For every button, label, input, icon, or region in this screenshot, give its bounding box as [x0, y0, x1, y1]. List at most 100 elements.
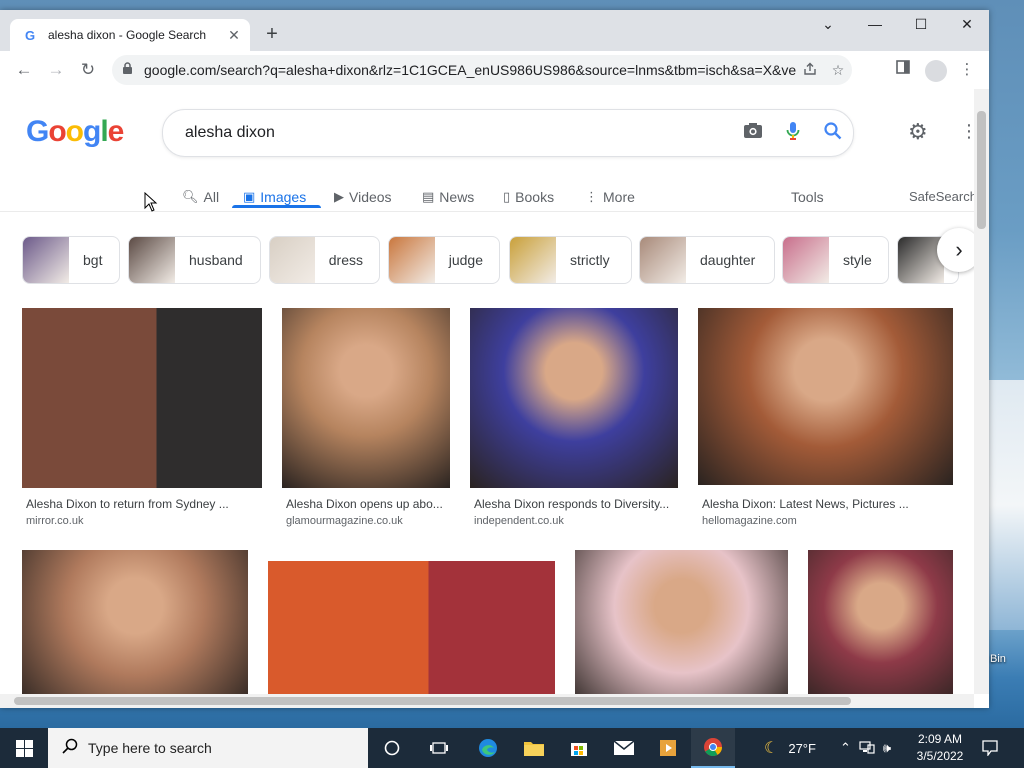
address-bar[interactable]: google.com/search?q=alesha+dixon&rlz=1C1…: [112, 55, 852, 85]
task-view-icon[interactable]: [417, 728, 461, 768]
image-result[interactable]: Alesha Dixon opens up abo... glamourmaga…: [282, 308, 450, 538]
scrollbar-thumb[interactable]: [977, 111, 986, 229]
result-title[interactable]: Alesha Dixon responds to Diversity...: [474, 497, 678, 511]
reload-icon[interactable]: ↻: [77, 59, 99, 81]
image-result[interactable]: Alesha Dixon responds to Diversity... in…: [470, 308, 678, 538]
tab-strip: G alesha dixon - Google Search ✕ + ⌄ — ☐…: [0, 10, 989, 51]
maximize-button[interactable]: ☐: [901, 14, 941, 34]
result-source[interactable]: hellomagazine.com: [702, 515, 797, 527]
google-apps-grid-icon[interactable]: ⋮⋮: [960, 121, 974, 142]
result-image[interactable]: [808, 550, 953, 694]
weather-widget[interactable]: ☾ 27°F: [764, 728, 816, 768]
result-source[interactable]: independent.co.uk: [474, 515, 564, 527]
edge-browser-icon[interactable]: [466, 728, 510, 768]
file-explorer-icon[interactable]: [512, 728, 556, 768]
search-input[interactable]: [183, 123, 733, 143]
tab-label: More: [603, 189, 635, 205]
chevron-up-icon[interactable]: ⌃: [840, 740, 851, 756]
media-player-icon[interactable]: [646, 728, 690, 768]
result-title[interactable]: Alesha Dixon to return from Sydney ...: [26, 497, 262, 511]
result-image[interactable]: [698, 308, 953, 485]
taskbar-search-placeholder[interactable]: Type here to search: [88, 740, 212, 756]
camera-icon[interactable]: [733, 122, 773, 144]
image-result[interactable]: [575, 550, 788, 694]
back-arrow-icon[interactable]: ←: [13, 59, 35, 81]
chevron-right-icon[interactable]: ›: [937, 228, 974, 272]
google-logo[interactable]: Google: [26, 115, 124, 149]
chip-strictly[interactable]: strictly: [509, 236, 632, 284]
close-window-button[interactable]: ✕: [947, 14, 987, 34]
notifications-icon[interactable]: [968, 728, 1012, 768]
tab-search-button[interactable]: ⌄: [808, 14, 848, 34]
microphone-icon[interactable]: [773, 121, 813, 146]
result-source[interactable]: glamourmagazine.co.uk: [286, 515, 403, 527]
minimize-button[interactable]: —: [855, 14, 895, 34]
search-icon: [62, 738, 78, 759]
share-icon[interactable]: [796, 62, 824, 79]
result-image[interactable]: [22, 550, 248, 694]
volume-icon[interactable]: 🕪︎: [883, 740, 891, 756]
tab-images[interactable]: ▣ Images: [243, 189, 306, 205]
tab-books[interactable]: ▯ Books: [503, 189, 554, 205]
safesearch-button[interactable]: SafeSearch: [909, 189, 974, 204]
chip-thumbnail: [270, 237, 315, 283]
tab-videos[interactable]: ▶ Videos: [334, 189, 392, 205]
search-icon: 🔍︎: [182, 189, 199, 204]
chrome-icon[interactable]: [691, 728, 735, 768]
vertical-scrollbar[interactable]: [974, 89, 989, 694]
bookmark-star-icon[interactable]: ☆: [824, 62, 852, 79]
taskbar-search[interactable]: Type here to search: [48, 728, 368, 768]
book-icon: ▯: [503, 189, 511, 204]
tab-all[interactable]: 🔍︎ All: [182, 189, 219, 205]
news-icon: ▤: [422, 189, 435, 204]
chip-style[interactable]: style: [782, 236, 889, 284]
desktop-icon-label[interactable]: Bin: [990, 653, 1006, 665]
browser-tab[interactable]: G alesha dixon - Google Search ✕: [10, 19, 250, 51]
url-text[interactable]: google.com/search?q=alesha+dixon&rlz=1C1…: [144, 62, 796, 78]
microsoft-store-icon[interactable]: [557, 728, 601, 768]
search-box[interactable]: [162, 109, 854, 157]
result-image[interactable]: [575, 550, 788, 694]
image-result[interactable]: Alesha Dixon to return from Sydney ... m…: [22, 308, 262, 538]
cortana-icon[interactable]: [370, 728, 414, 768]
new-tab-button[interactable]: +: [262, 24, 282, 44]
close-tab-icon[interactable]: ✕: [224, 27, 244, 44]
browser-toolbar: ← → ↻ google.com/search?q=alesha+dixon&r…: [0, 51, 989, 90]
settings-gear-icon[interactable]: ⚙: [908, 119, 928, 145]
chip-judge[interactable]: judge: [388, 236, 500, 284]
image-result[interactable]: [268, 561, 555, 694]
tab-news[interactable]: ▤ News: [422, 189, 474, 205]
tab-more[interactable]: ⋮ More: [585, 189, 635, 205]
result-title[interactable]: Alesha Dixon opens up abo...: [286, 497, 450, 511]
scrollbar-thumb[interactable]: [14, 697, 851, 705]
result-image[interactable]: [470, 308, 678, 488]
result-source[interactable]: mirror.co.uk: [26, 515, 83, 527]
chip-husband[interactable]: husband: [128, 236, 261, 284]
side-panel-icon[interactable]: [892, 60, 914, 80]
chip-daughter[interactable]: daughter: [639, 236, 775, 284]
horizontal-scrollbar[interactable]: [0, 694, 974, 708]
menu-dots-icon[interactable]: ⋮: [956, 60, 978, 80]
logo-letter: l: [100, 115, 108, 148]
chip-label: husband: [189, 252, 243, 268]
chip-dress[interactable]: dress: [269, 236, 380, 284]
network-icon[interactable]: [859, 740, 875, 757]
mail-icon[interactable]: [602, 728, 646, 768]
search-icon[interactable]: [813, 121, 853, 145]
forward-arrow-icon[interactable]: →: [45, 59, 67, 81]
result-image[interactable]: [22, 308, 262, 488]
profile-avatar-icon[interactable]: [925, 60, 947, 82]
logo-letter: G: [26, 115, 49, 148]
result-title[interactable]: Alesha Dixon: Latest News, Pictures ...: [702, 497, 953, 511]
lock-icon[interactable]: [122, 62, 136, 78]
result-image[interactable]: [268, 561, 555, 694]
image-result[interactable]: [22, 550, 248, 694]
chip-bgt[interactable]: bgt: [22, 236, 120, 284]
windows-start-icon[interactable]: [0, 728, 48, 768]
logo-letter: g: [83, 115, 101, 148]
image-result[interactable]: Alesha Dixon: Latest News, Pictures ... …: [698, 308, 953, 538]
taskbar-clock[interactable]: 2:09 AM 3/5/2022: [912, 731, 968, 765]
result-image[interactable]: [282, 308, 450, 488]
tools-button[interactable]: Tools: [791, 189, 824, 205]
image-result[interactable]: [808, 550, 953, 694]
